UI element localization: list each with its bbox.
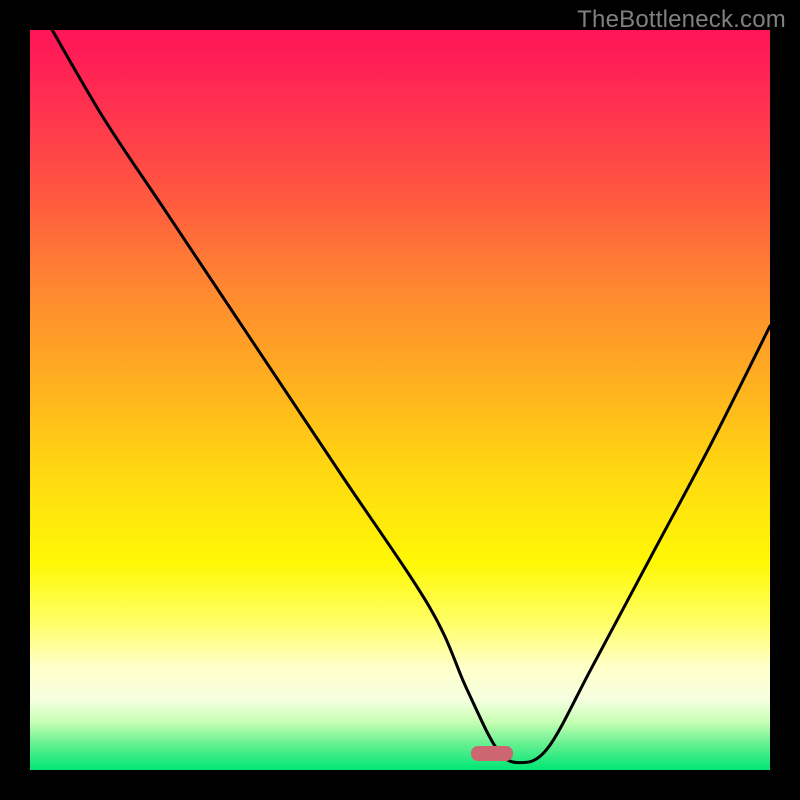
chart-frame: TheBottleneck.com	[0, 0, 800, 800]
plot-area	[30, 30, 770, 770]
minimum-marker	[471, 746, 513, 761]
bottleneck-curve	[30, 30, 770, 770]
